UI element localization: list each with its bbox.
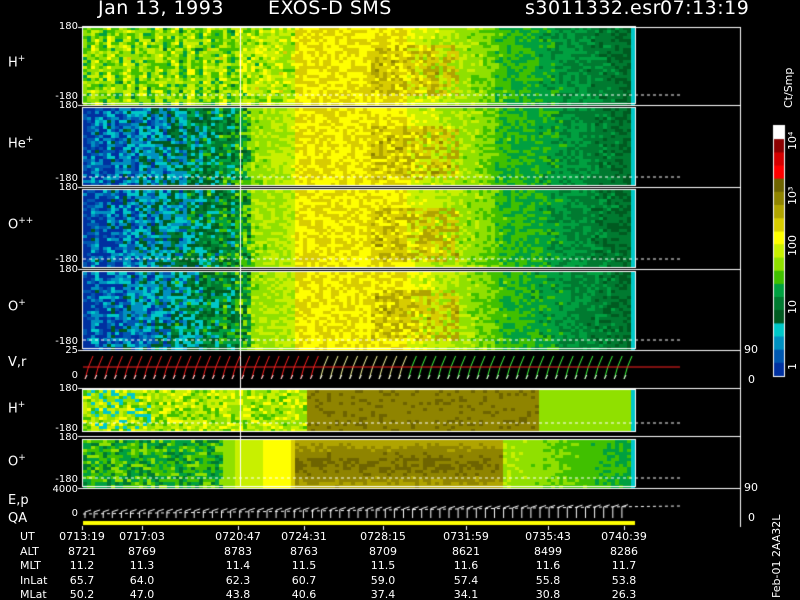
footer-id: Feb-01 2AA32L <box>770 514 783 598</box>
tick-p0-top: 180 <box>58 21 78 32</box>
ephemeris-row-mlat: MLat 50.2 47.0 43.8 40.6 37.4 34.1 30.8 26.3 <box>0 588 760 600</box>
spectrogram-canvas <box>0 0 800 600</box>
colorbar-label-1k: 10³ <box>786 186 799 205</box>
rtick-p4-top: 90 <box>744 343 758 356</box>
tick-p3-top: 180 <box>58 264 78 275</box>
colorbar-label-10k: 10⁴ <box>786 131 799 150</box>
tick-p4-bottom: 0 <box>71 370 78 381</box>
panel-label-he-plus: He+ <box>8 135 34 152</box>
ephemeris-cell: 0713:19 <box>59 530 105 543</box>
ephemeris-cell: 57.4 <box>453 574 479 587</box>
spectrogram-screen: { "header": { "date": "Jan 13, 1993", "i… <box>0 0 800 600</box>
ephemeris-cell: 8286 <box>610 545 638 558</box>
ephemeris-cell: 0720:47 <box>215 530 261 543</box>
plot-time: 07:13:19 <box>660 0 750 19</box>
ephemeris-row-label: ALT <box>20 545 39 558</box>
ephemeris-cell: 11.4 <box>225 559 251 572</box>
ephemeris-cell: 11.3 <box>129 559 155 572</box>
ephemeris-cell: 50.2 <box>69 588 95 600</box>
ephemeris-cell: 30.8 <box>535 588 561 600</box>
ephemeris-cell: 37.4 <box>370 588 396 600</box>
ephemeris-cell: 11.7 <box>611 559 637 572</box>
ephemeris-row-label: InLat <box>20 574 48 587</box>
ephemeris-row-label: UT <box>20 530 35 543</box>
ephemeris-cell: 8709 <box>369 545 397 558</box>
ephemeris-cell: 0740:39 <box>601 530 647 543</box>
panel-label-o-plus: O+ <box>8 298 26 315</box>
ephemeris-row-mlt: MLT 11.2 11.3 11.4 11.5 11.5 11.6 11.6 11.7 <box>0 559 760 573</box>
ephemeris-cell: 11.5 <box>291 559 317 572</box>
ephemeris-cell: 8721 <box>68 545 96 558</box>
ephemeris-cell: 40.6 <box>291 588 317 600</box>
ephemeris-cell: 0717:03 <box>119 530 165 543</box>
tick-p5-top: 180 <box>58 383 78 394</box>
tick-p2-top: 180 <box>58 182 78 193</box>
ephemeris-cell: 64.0 <box>129 574 155 587</box>
ephemeris-cell: 59.0 <box>370 574 396 587</box>
ephemeris-cell: 53.8 <box>611 574 637 587</box>
ephemeris-cell: 11.5 <box>370 559 396 572</box>
ephemeris-cell: 8621 <box>452 545 480 558</box>
ephemeris-cell: 0728:15 <box>360 530 406 543</box>
ephemeris-cell: 0731:59 <box>443 530 489 543</box>
panel-label-o-plus-2: O+ <box>8 453 26 470</box>
ephemeris-cell: 47.0 <box>129 588 155 600</box>
ephemeris-cell: 0724:31 <box>281 530 327 543</box>
panel-label-qa: QA <box>8 511 28 526</box>
ephemeris-cell: 60.7 <box>291 574 317 587</box>
ephemeris-cell: 11.6 <box>453 559 479 572</box>
instrument-name: EXOS-D SMS <box>268 0 392 19</box>
ephemeris-row-label: MLT <box>20 559 41 572</box>
rtick-p7-bottom: 0 <box>748 511 755 524</box>
colorbar-label-100: 100 <box>786 235 799 256</box>
ephemeris-cell: 0735:43 <box>525 530 571 543</box>
colorbar-label-1: 1 <box>786 363 799 370</box>
tick-p1-top: 180 <box>58 100 78 111</box>
tick-p4-top: 25 <box>65 345 78 356</box>
colorbar-label-10: 10 <box>786 300 799 314</box>
panel-label-ep: E,p <box>8 493 29 508</box>
ephemeris-cell: 8499 <box>534 545 562 558</box>
panel-label-o-plusplus: O++ <box>8 216 34 233</box>
ephemeris-cell: 11.6 <box>535 559 561 572</box>
ephemeris-cell: 43.8 <box>225 588 251 600</box>
ephemeris-row-ut: UT 0713:19 0717:03 0720:47 0724:31 0728:15 073… <box>0 530 760 544</box>
ephemeris-row-alt: ALT 8721 8769 8783 8763 8709 8621 8499 8286 <box>0 545 760 559</box>
rtick-p4-bottom: 0 <box>748 373 755 386</box>
ephemeris-cell: 34.1 <box>453 588 479 600</box>
rtick-p7-top: 90 <box>744 481 758 494</box>
panel-label-h-plus-2: H+ <box>8 400 26 417</box>
ephemeris-cell: 11.2 <box>69 559 95 572</box>
tick-p7-top: 4000 <box>52 484 78 495</box>
tick-p6-top: 180 <box>58 432 78 443</box>
ephemeris-cell: 26.3 <box>611 588 637 600</box>
colorbar-unit: Ct/Smp <box>782 67 795 108</box>
ephemeris-row-label: MLat <box>20 588 47 600</box>
panel-label-vr: V,r <box>8 355 27 370</box>
ephemeris-cell: 62.3 <box>225 574 251 587</box>
file-name: s3011332.esr <box>525 0 661 19</box>
ephemeris-cell: 55.8 <box>535 574 561 587</box>
ephemeris-cell: 65.7 <box>69 574 95 587</box>
ephemeris-cell: 8783 <box>224 545 252 558</box>
ephemeris-row-inlat: InLat 65.7 64.0 62.3 60.7 59.0 57.4 55.8 53.8 <box>0 574 760 588</box>
ephemeris-cell: 8763 <box>290 545 318 558</box>
tick-p7-bottom: 0 <box>71 508 78 519</box>
ephemeris-cell: 8769 <box>128 545 156 558</box>
plot-date: Jan 13, 1993 <box>98 0 224 19</box>
panel-label-h-plus: H+ <box>8 54 26 71</box>
